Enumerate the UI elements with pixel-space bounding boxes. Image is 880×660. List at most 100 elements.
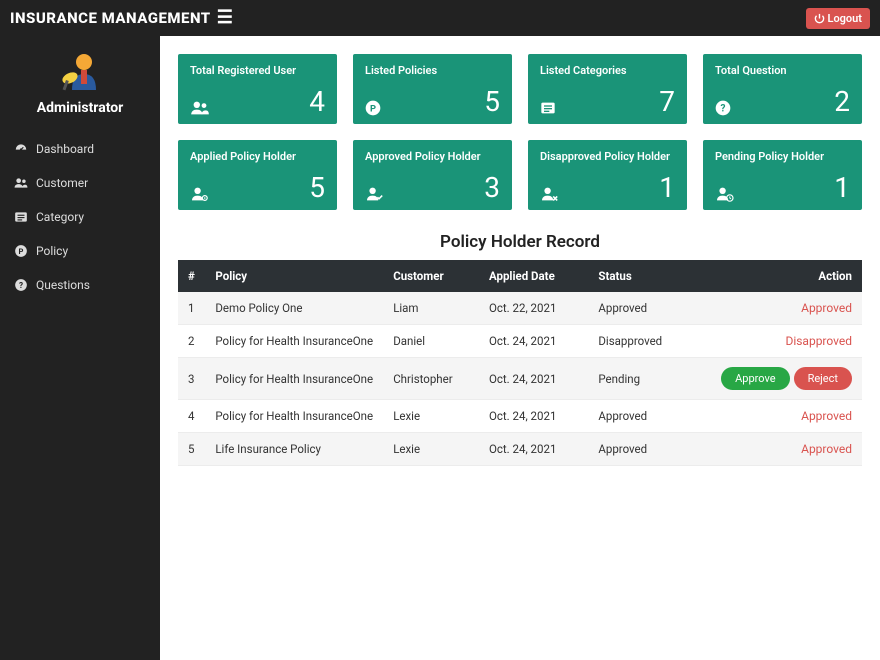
policy-holder-table: # Policy Customer Applied Date Status Ac… <box>178 260 862 466</box>
cell-date: Oct. 24, 2021 <box>479 325 588 358</box>
col-customer: Customer <box>383 260 479 292</box>
card-title: Listed Categories <box>540 64 675 77</box>
card-disapproved-policy-holder[interactable]: Disapproved Policy Holder 1 <box>528 140 687 210</box>
table-body: 1Demo Policy OneLiamOct. 22, 2021Approve… <box>178 292 862 466</box>
card-title: Approved Policy Holder <box>365 150 500 163</box>
card-title: Total Registered User <box>190 64 325 77</box>
table-row: 1Demo Policy OneLiamOct. 22, 2021Approve… <box>178 292 862 325</box>
logout-button[interactable]: Logout <box>806 8 871 29</box>
user-role-label: Administrator <box>37 100 124 116</box>
sidebar-item-category[interactable]: Category <box>0 200 160 234</box>
col-applied-date: Applied Date <box>479 260 588 292</box>
table-header-row: # Policy Customer Applied Date Status Ac… <box>178 260 862 292</box>
table-row: 3Policy for Health InsuranceOneChristoph… <box>178 358 862 400</box>
card-listed-categories[interactable]: Listed Categories 7 <box>528 54 687 124</box>
cell-date: Oct. 22, 2021 <box>479 292 588 325</box>
cell-status: Approved <box>588 400 684 433</box>
table-row: 5Life Insurance PolicyLexieOct. 24, 2021… <box>178 433 862 466</box>
card-value: 3 <box>484 174 500 202</box>
svg-text:?: ? <box>721 103 726 114</box>
sidebar-item-label: Customer <box>36 176 88 190</box>
svg-text:?: ? <box>19 280 23 290</box>
col-status: Status <box>588 260 684 292</box>
sidebar-item-dashboard[interactable]: Dashboard <box>0 132 160 166</box>
reject-button[interactable]: Reject <box>794 367 852 390</box>
content: Total Registered User 4 Listed Policies … <box>160 36 880 660</box>
user-clock-icon <box>715 186 735 202</box>
col-index: # <box>178 260 205 292</box>
topbar: INSURANCE MANAGEMENT ☰ Logout <box>0 0 880 36</box>
card-approved-policy-holder[interactable]: Approved Policy Holder 3 <box>353 140 512 210</box>
cell-action: ApproveReject <box>684 358 862 400</box>
cell-policy: Demo Policy One <box>205 292 383 325</box>
nav-list: Dashboard Customer Category P Policy ? Q… <box>0 132 160 302</box>
cell-date: Oct. 24, 2021 <box>479 400 588 433</box>
sidebar-item-label: Category <box>36 210 84 224</box>
cell-status: Approved <box>588 292 684 325</box>
cell-policy: Policy for Health InsuranceOne <box>205 400 383 433</box>
cell-action: Approved <box>684 292 862 325</box>
cell-index: 3 <box>178 358 205 400</box>
card-value: 5 <box>484 88 500 116</box>
user-gear-icon <box>190 186 210 202</box>
action-status-text: Approved <box>801 442 852 456</box>
card-value: 7 <box>659 88 675 116</box>
user-check-icon <box>365 186 385 202</box>
cell-index: 5 <box>178 433 205 466</box>
cell-policy: Life Insurance Policy <box>205 433 383 466</box>
card-value: 2 <box>834 88 850 116</box>
sidebar-item-label: Questions <box>36 278 90 292</box>
card-value: 5 <box>309 174 325 202</box>
card-total-registered-user[interactable]: Total Registered User 4 <box>178 54 337 124</box>
cell-index: 4 <box>178 400 205 433</box>
sidebar-item-label: Policy <box>36 244 68 258</box>
p-circle-icon: P <box>365 100 381 116</box>
action-status-text: Approved <box>801 301 852 315</box>
list-icon <box>540 100 556 116</box>
card-title: Applied Policy Holder <box>190 150 325 163</box>
menu-toggle-icon[interactable]: ☰ <box>217 9 234 27</box>
cell-status: Disapproved <box>588 325 684 358</box>
question-icon: ? <box>715 100 731 116</box>
col-action: Action <box>684 260 862 292</box>
card-value: 4 <box>309 88 325 116</box>
cell-policy: Policy for Health InsuranceOne <box>205 358 383 400</box>
table-title: Policy Holder Record <box>178 232 862 252</box>
card-value: 1 <box>834 174 850 202</box>
logout-label: Logout <box>828 12 863 25</box>
action-status-text: Disapproved <box>785 334 852 348</box>
cell-action: Disapproved <box>684 325 862 358</box>
avatar <box>58 50 102 94</box>
user-x-icon <box>540 186 560 202</box>
list-icon <box>14 210 28 224</box>
users-icon <box>190 100 210 116</box>
card-applied-policy-holder[interactable]: Applied Policy Holder 5 <box>178 140 337 210</box>
card-total-question[interactable]: Total Question ? 2 <box>703 54 862 124</box>
brand-text: INSURANCE MANAGEMENT <box>10 9 211 27</box>
users-icon <box>14 176 28 190</box>
cell-status: Approved <box>588 433 684 466</box>
svg-text:P: P <box>370 103 376 114</box>
sidebar: Administrator Dashboard Customer Categor… <box>0 36 160 660</box>
card-title: Total Question <box>715 64 850 77</box>
card-pending-policy-holder[interactable]: Pending Policy Holder 1 <box>703 140 862 210</box>
sidebar-item-customer[interactable]: Customer <box>0 166 160 200</box>
card-title: Pending Policy Holder <box>715 150 850 163</box>
sidebar-item-policy[interactable]: P Policy <box>0 234 160 268</box>
card-value: 1 <box>659 174 675 202</box>
approve-button[interactable]: Approve <box>721 367 789 390</box>
question-icon: ? <box>14 278 28 292</box>
cell-customer: Lexie <box>383 433 479 466</box>
card-listed-policies[interactable]: Listed Policies P 5 <box>353 54 512 124</box>
table-row: 2Policy for Health InsuranceOneDanielOct… <box>178 325 862 358</box>
card-title: Listed Policies <box>365 64 500 77</box>
table-row: 4Policy for Health InsuranceOneLexieOct.… <box>178 400 862 433</box>
col-policy: Policy <box>205 260 383 292</box>
brand: INSURANCE MANAGEMENT ☰ <box>10 9 233 27</box>
action-status-text: Approved <box>801 409 852 423</box>
cell-policy: Policy for Health InsuranceOne <box>205 325 383 358</box>
p-circle-icon: P <box>14 244 28 258</box>
sidebar-item-questions[interactable]: ? Questions <box>0 268 160 302</box>
cell-index: 2 <box>178 325 205 358</box>
dashboard-icon <box>14 142 28 156</box>
